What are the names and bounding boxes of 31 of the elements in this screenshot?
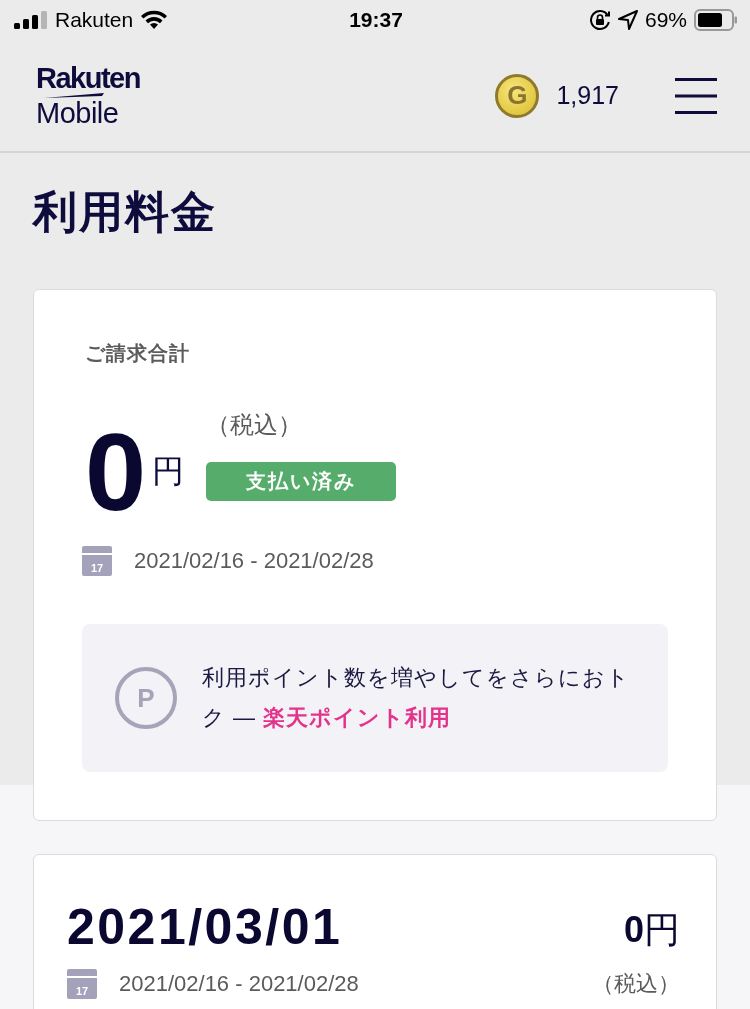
billing-period: 2021/02/16 - 2021/02/28 bbox=[134, 548, 374, 574]
logo-wordmark: Rakuten bbox=[36, 63, 140, 93]
bill-amount: 0円 bbox=[623, 907, 680, 952]
calendar-icon: 17 bbox=[67, 969, 97, 999]
tax-note: （税込） bbox=[592, 970, 680, 998]
paid-status-badge: 支払い済み bbox=[206, 462, 397, 501]
carrier-name: Rakuten bbox=[55, 8, 134, 32]
calendar-icon: 17 bbox=[82, 546, 112, 576]
promo-text: 利用ポイント数を増やしてをさらにおトク — 楽天ポイント利用 bbox=[202, 664, 631, 732]
battery-percent: 69% bbox=[644, 8, 687, 32]
page-title: 利用料金 bbox=[33, 186, 217, 238]
points-link[interactable]: 楽天ポイント利用 bbox=[263, 705, 452, 730]
tax-note: （税込） bbox=[206, 410, 303, 440]
bill-date: 2021/03/01 bbox=[67, 898, 343, 957]
coin-icon: G bbox=[495, 73, 540, 118]
points-icon: P bbox=[115, 667, 177, 729]
signal-icon bbox=[14, 11, 48, 29]
bill-card[interactable]: 2021/03/01 0円 17 2021/02/16 - 2021/02/28 （税込） bbox=[33, 854, 717, 1009]
menu-button[interactable] bbox=[675, 77, 717, 114]
orientation-lock-icon bbox=[588, 9, 611, 31]
total-amount: 0 bbox=[85, 416, 147, 528]
currency-unit: 円 bbox=[152, 452, 185, 491]
wifi-icon bbox=[140, 10, 169, 30]
points-balance: 1,917 bbox=[556, 81, 619, 110]
billing-period: 2021/02/16 - 2021/02/28 bbox=[119, 971, 359, 997]
location-arrow-icon bbox=[617, 10, 638, 30]
summary-label: ご請求合計 bbox=[85, 341, 190, 366]
status-time: 19:37 bbox=[349, 8, 403, 32]
battery-icon bbox=[694, 9, 738, 31]
logo-subtitle: Mobile bbox=[36, 98, 119, 128]
menu-icon bbox=[675, 77, 717, 114]
